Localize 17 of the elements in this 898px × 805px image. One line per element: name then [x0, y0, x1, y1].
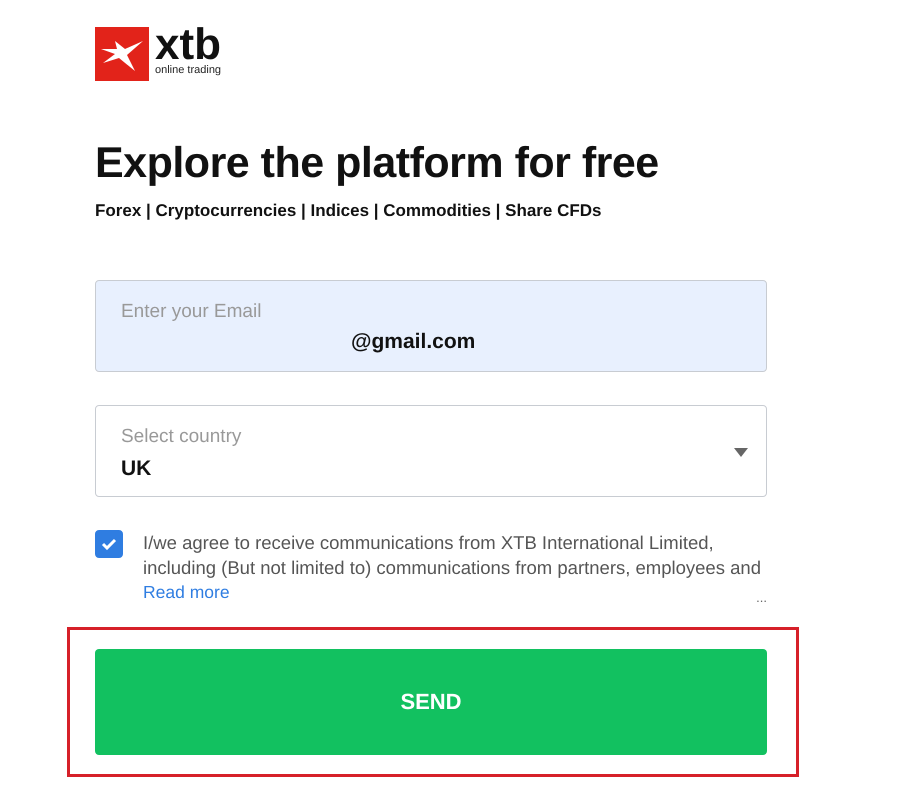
email-placeholder: Enter your Email: [121, 301, 262, 323]
ellipsis: ...: [756, 590, 767, 605]
consent-text: I/we agree to receive communications from XTB International Limited, including (But not limited to) communications from partners, employees and: [143, 531, 762, 580]
page-heading: Explore the platform for free: [95, 138, 660, 189]
logo-icon: [95, 27, 149, 81]
caret-icon: [734, 448, 748, 457]
logo-wordmark: xtb: [155, 27, 222, 63]
market-list: Forex | Cryptocurrencies | Indices | Commodities | Share CFDs: [95, 201, 767, 221]
country-label: Select country: [121, 426, 242, 448]
check-icon: [101, 537, 117, 551]
email-value: @gmail.com: [350, 329, 476, 355]
country-value: UK: [121, 456, 152, 482]
consent-checkbox[interactable]: [95, 530, 123, 558]
read-more-link[interactable]: Read more: [143, 580, 230, 605]
country-select[interactable]: Select country UK: [95, 405, 767, 497]
logo-tagline: online trading: [155, 63, 222, 77]
email-field[interactable]: Enter your Email @gmail.com: [95, 280, 767, 372]
